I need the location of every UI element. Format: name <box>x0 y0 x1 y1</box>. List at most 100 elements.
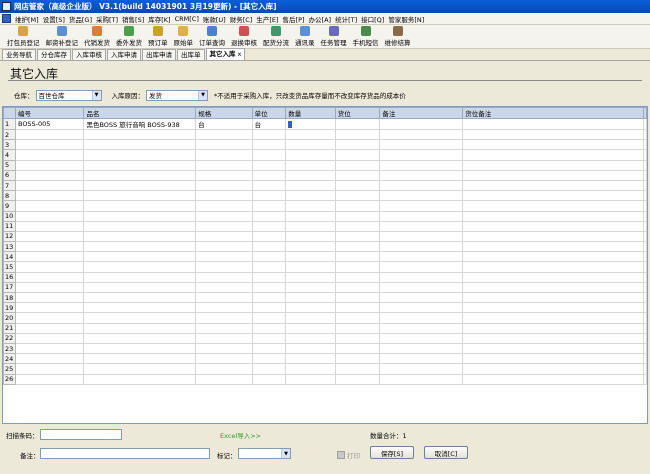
table-cell[interactable] <box>251 241 287 253</box>
table-row[interactable]: 24 <box>3 353 647 365</box>
toolbar-button[interactable]: 打包员登记 <box>4 25 43 48</box>
table-cell[interactable] <box>14 353 85 365</box>
table-row[interactable]: 23 <box>3 342 647 355</box>
table-cell[interactable] <box>83 210 197 222</box>
table-cell[interactable] <box>334 241 381 253</box>
table-row[interactable]: 14 <box>3 251 647 263</box>
toolbar-button[interactable]: 代销发货 <box>81 25 113 48</box>
tab-item[interactable]: 其它入库 x <box>205 48 246 60</box>
table-cell[interactable] <box>334 139 381 151</box>
table-row[interactable]: 22 <box>3 332 647 344</box>
table-cell[interactable] <box>14 210 85 222</box>
table-cell[interactable] <box>462 169 644 181</box>
table-cell[interactable] <box>285 128 336 141</box>
menu-item[interactable]: 接口[Q] <box>359 13 386 24</box>
table-row[interactable]: 15 <box>3 261 647 273</box>
table-cell[interactable] <box>251 128 287 141</box>
table-cell[interactable]: BOSS-005 <box>14 118 85 130</box>
table-cell[interactable] <box>285 149 336 161</box>
column-header[interactable]: 编号 <box>14 107 85 119</box>
table-row[interactable]: 8 <box>3 190 647 202</box>
table-cell[interactable] <box>14 271 85 283</box>
table-cell[interactable] <box>379 302 464 314</box>
table-cell[interactable] <box>14 312 85 324</box>
table-cell[interactable] <box>195 271 253 283</box>
table-cell[interactable] <box>83 291 197 304</box>
toolbar-button[interactable]: 任务管理 <box>318 25 350 48</box>
table-cell[interactable] <box>14 281 85 294</box>
table-cell[interactable] <box>83 312 197 324</box>
table-row[interactable]: 12 <box>3 230 647 243</box>
column-header[interactable]: 货位 <box>334 107 381 119</box>
table-cell[interactable] <box>334 128 381 141</box>
table-cell[interactable] <box>334 261 381 273</box>
table-cell[interactable] <box>83 149 197 161</box>
table-cell[interactable] <box>285 281 336 294</box>
table-cell[interactable] <box>195 179 253 192</box>
table-cell[interactable] <box>195 230 253 243</box>
table-cell[interactable] <box>83 302 197 314</box>
table-cell[interactable] <box>251 363 287 375</box>
column-header[interactable]: 货位备注 <box>462 107 644 119</box>
tab-item[interactable]: 出库单 <box>177 49 205 60</box>
table-cell[interactable] <box>334 230 381 243</box>
toolbar-button[interactable]: 邮资补登记 <box>43 25 82 48</box>
table-cell[interactable] <box>379 363 464 375</box>
table-row[interactable]: 25 <box>3 363 647 375</box>
table-cell[interactable] <box>285 353 336 365</box>
table-cell[interactable] <box>285 261 336 273</box>
table-cell[interactable] <box>14 342 85 355</box>
table-cell[interactable] <box>251 261 287 273</box>
table-cell[interactable] <box>334 342 381 355</box>
table-cell[interactable] <box>251 200 287 212</box>
table-row[interactable]: 5 <box>3 159 647 171</box>
table-cell[interactable] <box>83 322 197 334</box>
table-cell[interactable] <box>334 169 381 181</box>
table-cell[interactable] <box>195 322 253 334</box>
table-cell[interactable] <box>334 302 381 314</box>
toolbar-button[interactable]: 通讯录 <box>292 25 318 48</box>
table-cell[interactable] <box>334 332 381 344</box>
table-cell[interactable] <box>462 139 644 151</box>
tab-item[interactable]: 入库审核 <box>72 49 106 60</box>
table-cell[interactable] <box>379 332 464 344</box>
system-menu-icon[interactable] <box>2 14 11 23</box>
table-cell[interactable] <box>14 251 85 263</box>
table-cell[interactable] <box>83 220 197 232</box>
table-cell[interactable] <box>251 251 287 263</box>
table-cell[interactable]: 台 <box>251 118 287 130</box>
table-cell[interactable] <box>83 139 197 151</box>
table-row[interactable]: 18 <box>3 291 647 304</box>
table-cell[interactable] <box>195 291 253 304</box>
table-cell[interactable] <box>379 190 464 202</box>
menu-item[interactable]: CRM[C] <box>173 13 201 24</box>
table-cell[interactable] <box>379 261 464 273</box>
table-cell[interactable] <box>379 169 464 181</box>
table-cell[interactable] <box>285 373 336 385</box>
table-row[interactable]: 21 <box>3 322 647 334</box>
table-cell[interactable]: 黑色BOSS 旅行音响 BOSS-938 <box>83 118 197 130</box>
table-cell[interactable] <box>379 220 464 232</box>
table-cell[interactable] <box>334 251 381 263</box>
menu-item[interactable]: 售后[P] <box>281 13 307 24</box>
table-cell[interactable] <box>14 220 85 232</box>
table-cell[interactable] <box>334 271 381 283</box>
table-row[interactable]: 13 <box>3 241 647 253</box>
table-cell[interactable] <box>379 241 464 253</box>
table-row[interactable]: 6 <box>3 169 647 181</box>
table-cell[interactable] <box>251 373 287 385</box>
table-cell[interactable] <box>195 200 253 212</box>
table-cell[interactable] <box>462 230 644 243</box>
table-cell[interactable] <box>14 261 85 273</box>
table-cell[interactable] <box>14 139 85 151</box>
table-cell[interactable] <box>14 302 85 314</box>
table-cell[interactable] <box>334 200 381 212</box>
table-cell[interactable] <box>195 353 253 365</box>
table-cell[interactable] <box>83 128 197 141</box>
table-row[interactable]: 16 <box>3 271 647 283</box>
table-cell[interactable] <box>195 128 253 141</box>
tab-item[interactable]: 业务导航 <box>2 49 36 60</box>
remark-input[interactable] <box>40 448 210 459</box>
toolbar-button[interactable]: 委外发货 <box>113 25 145 48</box>
table-cell[interactable] <box>195 363 253 375</box>
